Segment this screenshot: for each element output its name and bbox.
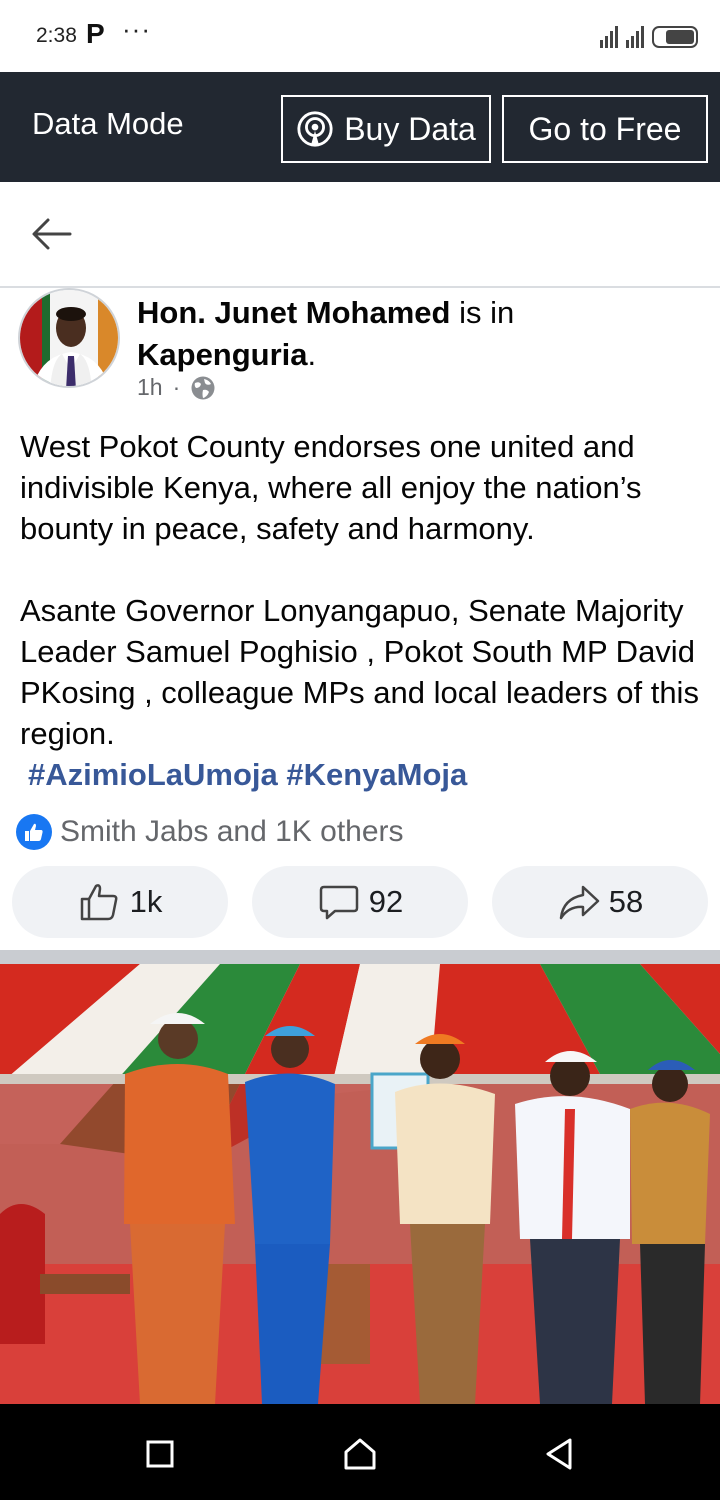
go-to-free-label: Go to Free [528,110,682,147]
post-hashtags[interactable]: #AzimioLaUmoja #KenyaMoja [20,754,710,795]
reaction-summary-text: Smith Jabs and 1K others [60,815,404,848]
data-mode-title: Data Mode [32,106,184,141]
back-arrow-icon[interactable] [30,216,74,252]
post-paragraph: West Pokot County endorses one united an… [20,429,642,546]
globe-icon [191,376,215,399]
status-bar: 2:38 P ··· [0,0,720,72]
top-nav [0,182,720,288]
meta-separator: · [172,374,181,400]
comment-button[interactable]: 92 [252,866,468,938]
comment-count: 92 [368,884,404,919]
back-icon[interactable] [540,1434,580,1474]
avatar[interactable] [18,288,120,388]
post-meta: 1h · [137,374,216,401]
post-time[interactable]: 1h [137,374,163,401]
comment-icon [319,885,358,920]
author-name[interactable]: Hon. Junet Mohamed [137,295,450,330]
system-nav-bar [0,1404,720,1500]
reaction-summary[interactable]: Smith Jabs and 1K others [16,814,404,850]
post-photo[interactable] [0,964,720,1404]
thumbs-up-icon [80,884,118,921]
more-notifications-icon: ··· [122,14,151,44]
post-author-line: Hon. Junet Mohamed is in Kapenguria. [137,292,697,376]
post-paragraph: Asante Governor Lonyangapuo, Senate Majo… [20,593,699,751]
like-button[interactable]: 1k [12,866,228,938]
post-body: West Pokot County endorses one united an… [20,426,710,795]
app-notification-icon: P [86,18,105,49]
broadcast-icon [297,111,333,147]
like-count: 1k [129,884,163,919]
signal-icon [600,26,618,48]
buy-data-button[interactable]: Buy Data [281,95,491,163]
status-icons [600,22,698,48]
buy-data-label: Buy Data [344,110,476,147]
share-button[interactable]: 58 [492,866,708,938]
status-time: 2:38 [36,24,77,47]
location-name[interactable]: Kapenguria [137,337,308,372]
post-actions: 1k 92 58 [0,866,720,940]
section-divider [0,950,720,964]
share-count: 58 [608,884,644,919]
share-icon [559,885,599,920]
is-in-text: is in [450,295,515,330]
signal-icon [626,26,644,48]
like-reaction-icon [16,814,52,850]
home-icon[interactable] [340,1434,380,1474]
battery-icon [652,26,698,48]
data-mode-bar: Data Mode Buy Data Go to Free [0,72,720,182]
location-suffix: . [307,337,317,372]
recent-apps-icon[interactable] [140,1434,180,1474]
go-to-free-button[interactable]: Go to Free [502,95,708,163]
